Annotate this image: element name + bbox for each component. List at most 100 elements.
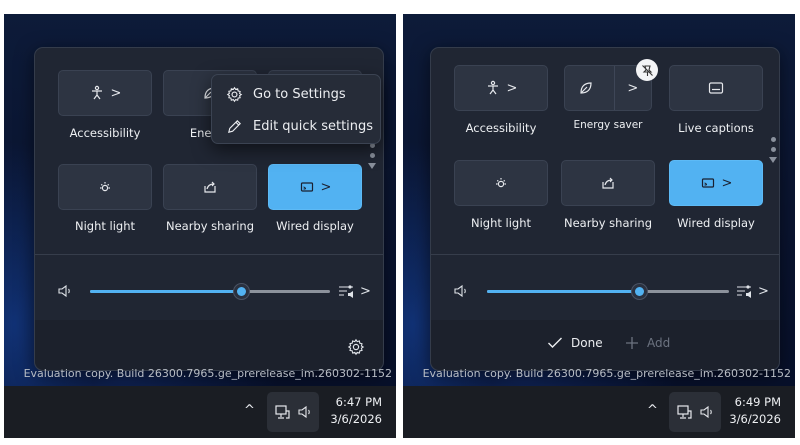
tile-context-menu: Go to Settings Edit quick settings [211,74,381,144]
clock[interactable]: 6:47 PM 3/6/2026 [322,394,382,428]
night-light-label: Night light [74,219,136,233]
speaker-icon[interactable] [57,284,73,298]
volume-icon [297,405,310,419]
show-hidden-icons-chevron[interactable]: ^ [647,403,658,418]
live-captions-tile[interactable] [669,65,763,111]
captions-icon [708,82,724,94]
done-button[interactable]: Done [547,336,603,350]
page-dot [369,153,375,158]
volume-slider-fill [90,290,242,293]
brightness-icon [496,178,506,188]
panel-footer [35,320,383,370]
right-screenshot: > Accessibility > Energy saver Live capt… [403,14,795,438]
page-dot [770,147,776,152]
wired-display-tile[interactable]: > [268,164,362,210]
speaker-icon[interactable] [453,284,469,298]
nearby-sharing-label: Nearby sharing [165,219,255,233]
audio-mixer-icon [339,285,353,298]
share-icon [602,177,614,189]
unpin-icon [641,64,653,76]
accessibility-icon [487,80,498,95]
accessibility-chevron: > [506,80,518,96]
night-light-tile[interactable] [58,164,152,210]
gear-icon [226,86,243,102]
wired-display-chevron: > [721,175,733,191]
energy-saver-label: Energy saver [573,119,643,131]
system-tray-button[interactable] [267,392,319,432]
volume-slider-thumb[interactable] [233,283,251,300]
brightness-icon [100,182,110,192]
network-icon [274,404,290,419]
wired-display-tile[interactable]: > [669,160,763,206]
audio-mixer-icon [737,285,751,298]
night-light-label: Night light [470,216,532,230]
live-captions-label: Live captions [678,121,754,135]
wired-display-label: Wired display [677,216,755,230]
clock-time: 6:49 PM [734,395,781,409]
nearby-sharing-tile[interactable] [163,164,257,210]
volume-slider[interactable] [90,283,330,300]
gear-icon[interactable] [347,338,365,356]
clock-time: 6:47 PM [335,395,382,409]
edit-quick-settings-label: Edit quick settings [253,118,374,134]
sound-output-chevron: > [758,283,769,299]
cast-icon [701,178,714,188]
add-label: Add [647,336,671,350]
accessibility-icon [91,85,102,100]
accessibility-label: Accessibility [465,121,537,135]
checkmark-icon [548,337,562,348]
show-hidden-icons-chevron[interactable]: ^ [244,403,255,418]
evaluation-watermark: wEvaluation copy. Build 26300.7965.ge_pr… [4,367,396,380]
evaluation-watermark-text: Evaluation copy. Build 26300.7965.ge_pre… [422,367,791,380]
panel-divider [431,254,779,255]
sound-output-button[interactable]: > [736,283,769,299]
taskbar: ^ 6:47 PM 3/6/2026 [4,386,396,438]
go-to-settings-label: Go to Settings [253,86,346,102]
wired-display-label: Wired display [276,219,354,233]
left-screenshot: > Accessibility Energy Night light Nearb… [4,14,396,438]
quick-settings-tiles: > Accessibility > Energy saver Live capt… [431,48,779,258]
page-down-arrow [769,157,777,163]
network-icon [676,404,692,419]
sound-output-button[interactable]: > [338,283,371,299]
volume-slider[interactable] [487,283,729,300]
pencil-icon [228,119,241,133]
go-to-settings-menu-item[interactable]: Go to Settings [212,79,380,109]
page-indicator[interactable] [769,137,777,163]
taskbar: ^ 6:49 PM 3/6/2026 [403,386,795,438]
page-indicator[interactable] [368,143,376,169]
volume-icon [699,405,712,419]
volume-slider-fill [487,290,640,293]
wired-display-chevron: > [320,179,332,195]
sound-output-chevron: > [360,283,371,299]
night-light-tile[interactable] [454,160,548,206]
energy-saver-toggle[interactable] [565,66,608,110]
edit-mode-footer: Done Add [431,320,779,370]
plus-icon [626,337,638,349]
accessibility-chevron: > [110,85,122,101]
edit-quick-settings-menu-item[interactable]: Edit quick settings [212,111,380,141]
leaf-icon [580,82,592,94]
evaluation-watermark: wEvaluation copy. Build 26300.7965.ge_pr… [403,367,795,380]
share-icon [204,181,216,193]
cast-icon [300,182,313,192]
page-dot [770,137,776,142]
unpin-button[interactable] [636,59,658,81]
nearby-sharing-label: Nearby sharing [563,216,653,230]
accessibility-label: Accessibility [69,126,141,140]
accessibility-tile[interactable]: > [58,70,152,116]
volume-slider-thumb[interactable] [631,283,649,300]
quick-settings-panel-edit-mode: > Accessibility > Energy saver Live capt… [430,47,780,371]
clock-date: 3/6/2026 [330,412,382,426]
add-button[interactable]: Add [625,336,670,350]
accessibility-tile[interactable]: > [454,65,548,111]
evaluation-watermark-text: Evaluation copy. Build 26300.7965.ge_pre… [23,367,392,380]
clock[interactable]: 6:49 PM 3/6/2026 [721,394,781,428]
system-tray-button[interactable] [669,392,721,432]
done-label: Done [571,336,603,350]
energy-saver-chevron: > [627,80,639,96]
page-down-arrow [368,163,376,169]
nearby-sharing-tile[interactable] [561,160,655,206]
panel-divider [35,254,383,255]
clock-date: 3/6/2026 [729,412,781,426]
